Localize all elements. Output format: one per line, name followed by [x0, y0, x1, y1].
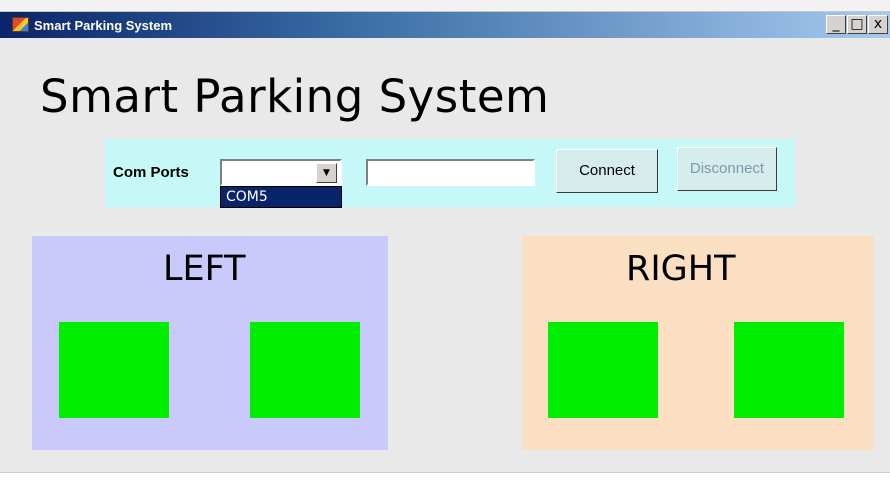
connect-button[interactable]: Connect — [556, 149, 658, 193]
left-section-title: LEFT — [163, 249, 246, 289]
dropdown-option-com5[interactable]: COM5 — [221, 187, 341, 207]
window-controls: _ □ x — [825, 15, 888, 34]
minimize-button[interactable]: _ — [826, 15, 846, 34]
desktop-strip — [0, 0, 890, 12]
com-port-dropdown-list: COM5 — [220, 186, 342, 208]
app-window: Smart Parking System _ □ x Smart Parking… — [0, 0, 890, 481]
disconnect-button[interactable]: Disconnect — [677, 147, 777, 191]
com-ports-label: Com Ports — [113, 164, 189, 181]
page-title: Smart Parking System — [40, 70, 550, 123]
close-button[interactable]: x — [868, 15, 888, 34]
parking-slot-right-2 — [734, 322, 844, 418]
parking-slot-left-1 — [59, 322, 169, 418]
window-title: Smart Parking System — [34, 18, 173, 33]
app-icon[interactable] — [12, 17, 29, 32]
parking-slot-right-1 — [548, 322, 658, 418]
window-bottom-edge — [0, 472, 890, 481]
serial-data-input[interactable] — [366, 159, 535, 186]
chevron-down-icon[interactable]: ▼ — [316, 163, 337, 183]
maximize-button[interactable]: □ — [847, 15, 867, 34]
parking-slot-left-2 — [250, 322, 360, 418]
right-section-title: RIGHT — [626, 249, 736, 289]
